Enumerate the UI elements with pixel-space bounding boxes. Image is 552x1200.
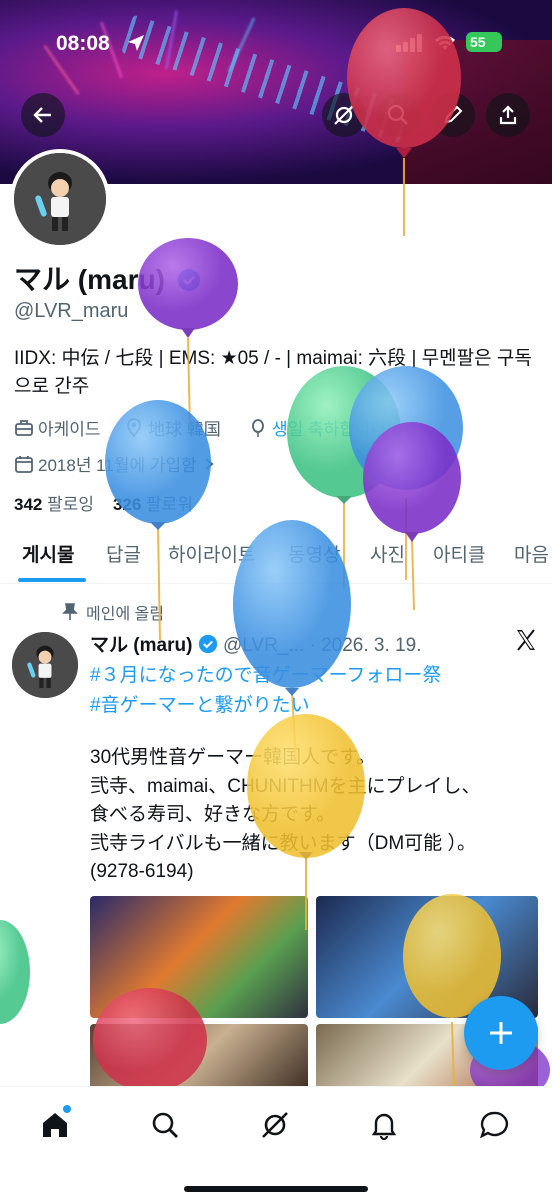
post-author-handle: @LVR_... — [222, 635, 305, 656]
tab-posts[interactable]: 게시물 — [22, 540, 74, 567]
home-indicator — [184, 1186, 368, 1192]
tab-likes[interactable]: 마음 — [514, 540, 549, 567]
search-icon — [152, 1112, 178, 1138]
post-date[interactable]: 2026. 3. 19. — [321, 635, 421, 656]
search-button[interactable] — [376, 93, 420, 137]
balloon-icon — [252, 418, 264, 437]
hashtag-link[interactable]: #３月になったので音ゲーマーフォロー祭 — [90, 660, 441, 687]
search-icon — [387, 104, 408, 125]
message-icon — [479, 1111, 509, 1139]
meta-category: 아케이드 — [14, 415, 101, 440]
share-button[interactable] — [486, 93, 530, 137]
tab-replies[interactable]: 답글 — [106, 540, 141, 567]
notification-dot — [63, 1105, 71, 1113]
avatar-illustration — [12, 632, 78, 698]
meta-joined-text: 2018년 11월에 가입함 — [38, 456, 197, 475]
verified-badge-icon[interactable] — [177, 268, 201, 292]
active-tab-indicator — [18, 578, 86, 582]
x-logo-icon[interactable] — [514, 628, 538, 652]
profile-bio: IIDX: 中伝 / 七段 | EMS: ★05 / - | maimai: 六… — [14, 348, 532, 397]
chevron-right-icon — [205, 457, 214, 470]
follow-stats: 342 팔로잉 326 팔로워 — [14, 490, 193, 515]
pin-icon — [62, 603, 78, 620]
pinned-indicator: 메인에 올림 — [62, 600, 164, 624]
post-media-image[interactable] — [90, 896, 308, 1018]
post-separator: · — [309, 635, 316, 656]
nav-search[interactable] — [145, 1105, 185, 1145]
grok-icon — [334, 105, 354, 125]
meta-birthday-text[interactable]: 생일 축하합니다 — [272, 415, 386, 440]
post-media-image[interactable] — [90, 1024, 308, 1094]
grok-button[interactable] — [322, 93, 366, 137]
location-pin-icon — [127, 417, 141, 437]
bell-icon — [371, 1113, 397, 1141]
tab-videos[interactable]: 동영상 — [288, 540, 340, 567]
compose-post-button[interactable] — [464, 996, 538, 1070]
wifi-icon — [434, 35, 456, 50]
profile-name: マル (maru) — [14, 258, 201, 298]
edit-button[interactable] — [431, 93, 475, 137]
following-label: 팔로잉 — [47, 495, 95, 514]
meta-birthday: 생일 축하합니다 — [248, 415, 386, 440]
status-bar: 08:08 55 — [0, 28, 552, 62]
nav-home[interactable] — [35, 1105, 75, 1145]
post-body: 30代男性音ゲーマー韓国人です。 弐寺、maimai、CHUNITHMを主にプレ… — [90, 747, 481, 882]
cellular-signal-icon — [396, 34, 422, 52]
profile-name-text: マル (maru) — [14, 264, 165, 295]
followers-link[interactable]: 326 팔로워 — [113, 495, 193, 514]
share-icon — [499, 105, 517, 125]
grok-icon — [262, 1112, 288, 1138]
battery-level: 55 — [470, 34, 486, 50]
status-time: 08:08 — [56, 32, 110, 55]
following-link[interactable]: 342 팔로잉 — [14, 495, 94, 514]
meta-category-text: 아케이드 — [38, 420, 101, 439]
nav-messages[interactable] — [474, 1105, 514, 1145]
arrow-left-icon — [33, 107, 51, 123]
pinned-label: 메인에 올림 — [86, 606, 165, 623]
tab-articles[interactable]: 아티클 — [433, 540, 485, 567]
briefcase-icon — [15, 419, 33, 436]
following-count: 342 — [14, 495, 43, 514]
tab-photos[interactable]: 사진 — [370, 540, 405, 567]
profile-tabs: 게시물 답글 하이라이트 동영상 사진 아티클 마음 — [0, 530, 552, 584]
followers-label: 팔로워 — [146, 495, 193, 514]
post-header: マル (maru) @LVR_... · 2026. 3. 19. — [90, 630, 421, 657]
tab-highlights[interactable]: 하이라이트 — [168, 540, 255, 567]
hashtag-link[interactable]: #音ゲーマーと繋がりたい — [90, 690, 310, 717]
profile-avatar[interactable] — [10, 149, 110, 249]
pencil-icon — [444, 105, 463, 124]
meta-location-text: 地球 韓国 — [148, 420, 221, 439]
nav-grok[interactable] — [255, 1105, 295, 1145]
battery-indicator: 55 — [466, 32, 502, 52]
followers-count: 326 — [112, 495, 142, 514]
location-arrow-icon — [128, 35, 144, 51]
meta-location: 地球 韓国 — [124, 415, 221, 440]
profile-handle: @LVR_maru — [14, 300, 129, 322]
avatar-illustration — [14, 153, 106, 245]
meta-joined[interactable]: 2018년 11월에 가입함 — [14, 451, 217, 476]
back-button[interactable] — [21, 93, 65, 137]
post-author-avatar[interactable] — [12, 632, 78, 698]
post-author-name[interactable]: マル (maru) — [90, 635, 192, 656]
nav-notifications[interactable] — [364, 1105, 404, 1145]
calendar-icon — [15, 455, 33, 473]
plus-icon — [490, 1022, 512, 1044]
verified-badge-icon — [198, 634, 217, 654]
home-icon — [43, 1113, 67, 1137]
bottom-navigation — [0, 1086, 552, 1200]
